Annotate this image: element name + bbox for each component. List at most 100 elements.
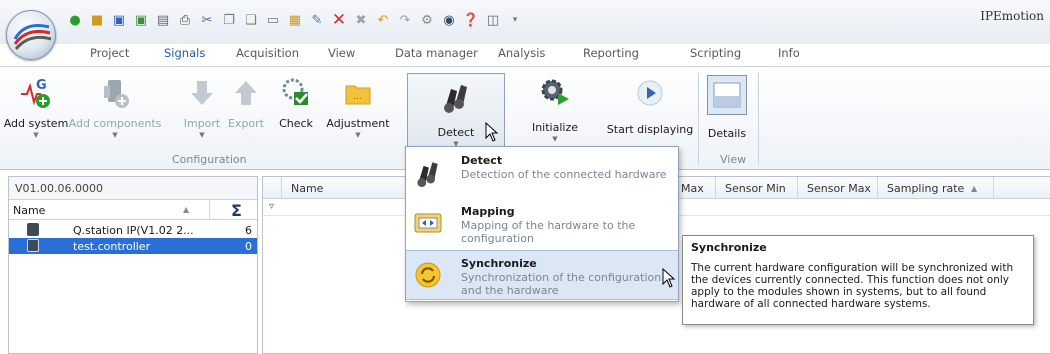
mouse-cursor-icon [485,122,499,142]
adjustment-button[interactable]: ... Adjustment ▼ [326,75,390,141]
system-row-selected[interactable]: test.controller 0 [9,238,257,254]
tab-acquisition[interactable]: Acquisition [236,46,299,60]
grid-col-sensor-min[interactable]: Sensor Min [725,182,786,195]
system-row-name: Q.station IP(V1.02 2... [73,224,194,237]
binoculars-icon [412,156,444,188]
add-components-label: Add components [68,117,162,130]
column-sum-header[interactable]: Σ [231,201,242,220]
delete-all-icon[interactable]: ✖ [352,11,370,29]
tab-reporting[interactable]: Reporting [583,46,639,60]
details-label: Details [707,127,747,140]
mouse-cursor-icon [662,268,676,288]
document-icon[interactable]: ◫ [484,11,502,29]
menu-item-synchronize[interactable]: Synchronize Synchronization of the confi… [406,250,678,300]
save-icon[interactable]: ▣ [110,11,128,29]
synchronize-tooltip: Synchronize The current hardware configu… [682,235,1034,325]
add-system-label: Add system [3,117,69,130]
paste-icon[interactable]: ❑ [242,11,260,29]
tab-project[interactable]: Project [90,46,129,60]
menu-item-detect[interactable]: Detect Detection of the connected hardwa… [406,148,678,198]
quick-access-toolbar: ● ■ ▣ ▣ ▤ ⎙ ✂ ❐ ❑ ▭ ▦ ✎ ✕ ✖ ↶ ↷ ⚙ ◉ ❓ ◫ … [66,9,524,31]
group-separator [698,73,699,165]
tab-info[interactable]: Info [778,46,800,60]
undo-icon[interactable]: ↶ [374,11,392,29]
tab-signals[interactable]: Signals [164,46,205,60]
hardware-device-icon [27,239,39,252]
details-button[interactable]: Details [704,75,750,141]
import-button[interactable]: Import ▼ [182,75,222,141]
version-label: V01.00.06.0000 [9,177,257,200]
check-icon [278,75,314,111]
menu-item-mapping[interactable]: Mapping Mapping of the hardware to the c… [406,199,678,249]
start-displaying-label: Start displaying [606,123,694,136]
filter-icon[interactable]: ▿ [269,201,274,212]
print-preview-icon[interactable]: ▤ [154,11,172,29]
tooltip-body: The current hardware configuration will … [691,262,1014,310]
record-icon[interactable]: ◉ [440,11,458,29]
open-folder-icon[interactable]: ■ [88,11,106,29]
help-icon[interactable]: ❓ [462,11,480,29]
detect-dropdown-menu: Detect Detection of the connected hardwa… [405,146,679,302]
details-panel-icon [707,75,747,115]
initialize-label: Initialize [531,121,579,134]
systems-column-header: Name ▲ Σ [9,200,257,220]
grid-col-max[interactable]: Max [681,182,704,195]
redo-icon[interactable]: ↷ [396,11,414,29]
menu-item-description: Mapping of the hardware to the configura… [461,219,636,245]
export-arrow-icon [228,75,264,111]
import-arrow-icon [184,75,220,111]
grid-col-sensor-max[interactable]: Sensor Max [807,182,871,195]
folder-icon: ... [340,75,376,111]
synchronize-icon [412,259,444,291]
export-label: Export [227,117,264,130]
grid-col-name[interactable]: Name [291,182,323,195]
adjustment-label: Adjustment [326,117,390,130]
chevron-down-icon: ▼ [33,131,39,139]
system-row[interactable]: Q.station IP(V1.02 2... 6 [9,222,257,238]
menu-item-title: Synchronize [461,257,537,270]
group-label-view: View [720,153,747,166]
import-label: Import [183,117,221,130]
detect-button[interactable]: Detect ▼ [407,73,505,157]
detect-label: Detect [437,126,475,139]
print-icon[interactable]: ⎙ [176,11,194,29]
tab-data-manager[interactable]: Data manager [395,46,478,60]
add-components-button[interactable]: Add components ▼ [69,75,161,141]
grid-col-sampling-rate[interactable]: Sampling rate [887,182,964,195]
export-button[interactable]: Export [226,75,266,141]
title-bar: ● ■ ▣ ▣ ▤ ⎙ ✂ ❐ ❑ ▭ ▦ ✎ ✕ ✖ ↶ ↷ ⚙ ◉ ❓ ◫ … [0,0,1050,44]
tab-analysis[interactable]: Analysis [498,46,545,60]
menu-item-title: Detect [461,154,503,167]
copy-icon[interactable]: ❐ [220,11,238,29]
clipboard-icon[interactable]: ▭ [264,11,282,29]
tab-view[interactable]: View [328,46,355,60]
settings-icon[interactable]: ⚙ [418,11,436,29]
insert-icon[interactable]: ▦ [286,11,304,29]
add-system-button[interactable]: G Add system ▼ [4,75,69,141]
customize-quick-access-icon[interactable]: ▾ [506,11,524,29]
start-displaying-button[interactable]: Start displaying [606,75,694,141]
delete-icon[interactable]: ✕ [330,11,348,29]
application-menu-button[interactable] [6,10,56,60]
menu-item-title: Mapping [461,205,515,218]
column-divider [877,177,878,199]
app-title: IPEmotion [980,9,1044,23]
menu-item-description: Synchronization of the configuration and… [461,271,662,297]
binoculars-icon [438,78,474,114]
new-project-icon[interactable]: ● [66,11,84,29]
check-label: Check [279,117,313,130]
app-logo-icon [13,24,52,50]
systems-panel: V01.00.06.0000 Name ▲ Σ Q.station IP(V1.… [8,176,258,354]
edit-icon[interactable]: ✎ [308,11,326,29]
group-label-configuration: Configuration [172,153,247,166]
save-as-icon[interactable]: ▣ [132,11,150,29]
column-name-header[interactable]: Name [13,204,45,217]
initialize-button[interactable]: Initialize ▼ [529,75,581,143]
cut-icon[interactable]: ✂ [198,11,216,29]
system-row-count: 0 [245,240,252,253]
tab-scripting[interactable]: Scripting [690,46,741,60]
check-button[interactable]: Check [276,75,316,141]
column-divider [797,177,798,199]
system-row-name: test.controller [73,240,151,253]
column-divider [993,177,994,199]
